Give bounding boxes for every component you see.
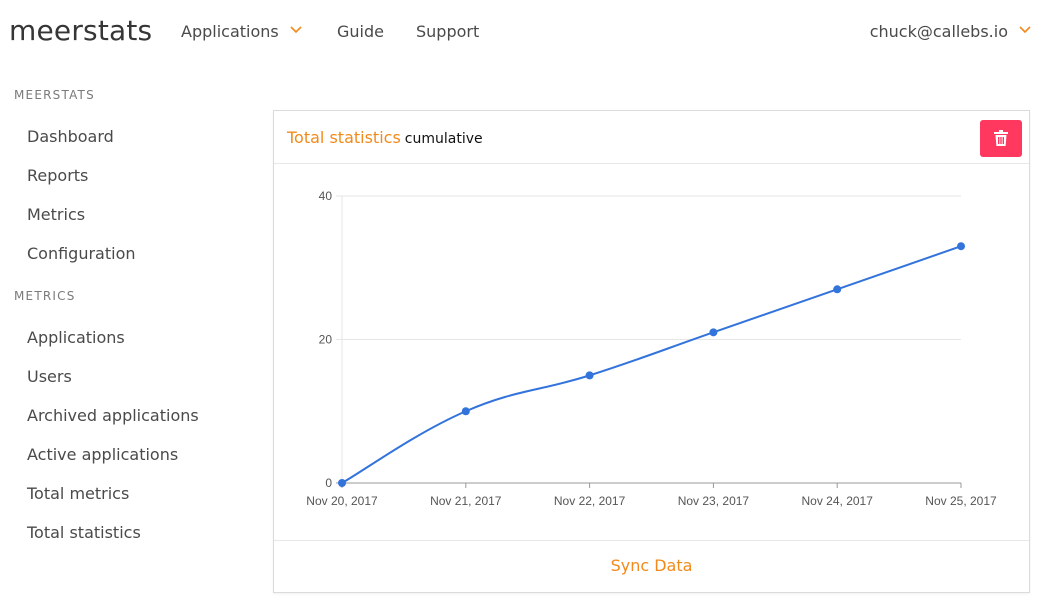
card-footer: Sync Data [274, 540, 1029, 592]
sidebar-item-archived-applications[interactable]: Archived applications [27, 406, 199, 425]
brand-logo[interactable]: meerstats [9, 14, 152, 47]
sidebar-item-total-metrics[interactable]: Total metrics [27, 484, 129, 503]
y-tick-label: 20 [319, 333, 333, 347]
card-title-subtitle: cumulative [404, 131, 483, 147]
sidebar-item-configuration[interactable]: Configuration [27, 244, 136, 263]
card-header: Total statistics cumulative [274, 111, 1029, 164]
sidebar-item-applications[interactable]: Applications [27, 328, 125, 347]
top-navbar: meerstats Applications Guide Support chu… [0, 0, 1046, 64]
sidebar-item-metrics[interactable]: Metrics [27, 205, 85, 224]
nav-applications-dropdown[interactable]: Applications [181, 22, 279, 41]
x-tick-label: Nov 22, 2017 [554, 494, 626, 508]
data-point [461, 407, 470, 416]
data-point [338, 479, 346, 487]
chevron-down-icon[interactable] [289, 23, 303, 37]
data-point [709, 328, 718, 337]
sidebar-item-users[interactable]: Users [27, 367, 72, 386]
menu-label-meerstats: MEERSTATS [14, 88, 95, 102]
delete-button[interactable] [980, 120, 1022, 157]
data-point [585, 371, 594, 380]
total-statistics-line-chart: 0 20 40 Nov 20, 2017 Nov 21, 2017 Nov 22, 201… [306, 189, 997, 508]
menu-label-metrics: METRICS [14, 289, 76, 303]
nav-guide-link[interactable]: Guide [337, 22, 384, 41]
x-tick-label: Nov 23, 2017 [678, 494, 750, 508]
trash-icon [994, 130, 1008, 146]
sidebar-item-dashboard[interactable]: Dashboard [27, 127, 114, 146]
sidebar-item-total-statistics[interactable]: Total statistics [27, 523, 141, 542]
data-point [833, 285, 842, 294]
x-tick-label: Nov 21, 2017 [430, 494, 502, 508]
card-title: Total statistics cumulative [287, 128, 483, 147]
user-menu-dropdown[interactable]: chuck@callebs.io [870, 22, 1008, 41]
chart-area: 0 20 40 Nov 20, 2017 Nov 21, 2017 Nov 22, 201… [274, 165, 1029, 540]
sync-data-link[interactable]: Sync Data [611, 556, 693, 575]
series-line [341, 245, 962, 484]
x-tick-label: Nov 25, 2017 [925, 494, 997, 508]
y-tick-label: 0 [325, 476, 332, 490]
sidebar-item-active-applications[interactable]: Active applications [27, 445, 178, 464]
total-statistics-card: Total statistics cumulative 0 20 40 Nov 20, … [273, 110, 1030, 593]
data-point [957, 242, 965, 251]
y-tick-label: 40 [319, 189, 333, 203]
nav-support-link[interactable]: Support [416, 22, 479, 41]
x-tick-label: Nov 24, 2017 [802, 494, 874, 508]
x-tick-label: Nov 20, 2017 [306, 494, 378, 508]
sidebar-item-reports[interactable]: Reports [27, 166, 88, 185]
chevron-down-icon[interactable] [1018, 23, 1032, 37]
card-title-main: Total statistics [287, 128, 401, 147]
